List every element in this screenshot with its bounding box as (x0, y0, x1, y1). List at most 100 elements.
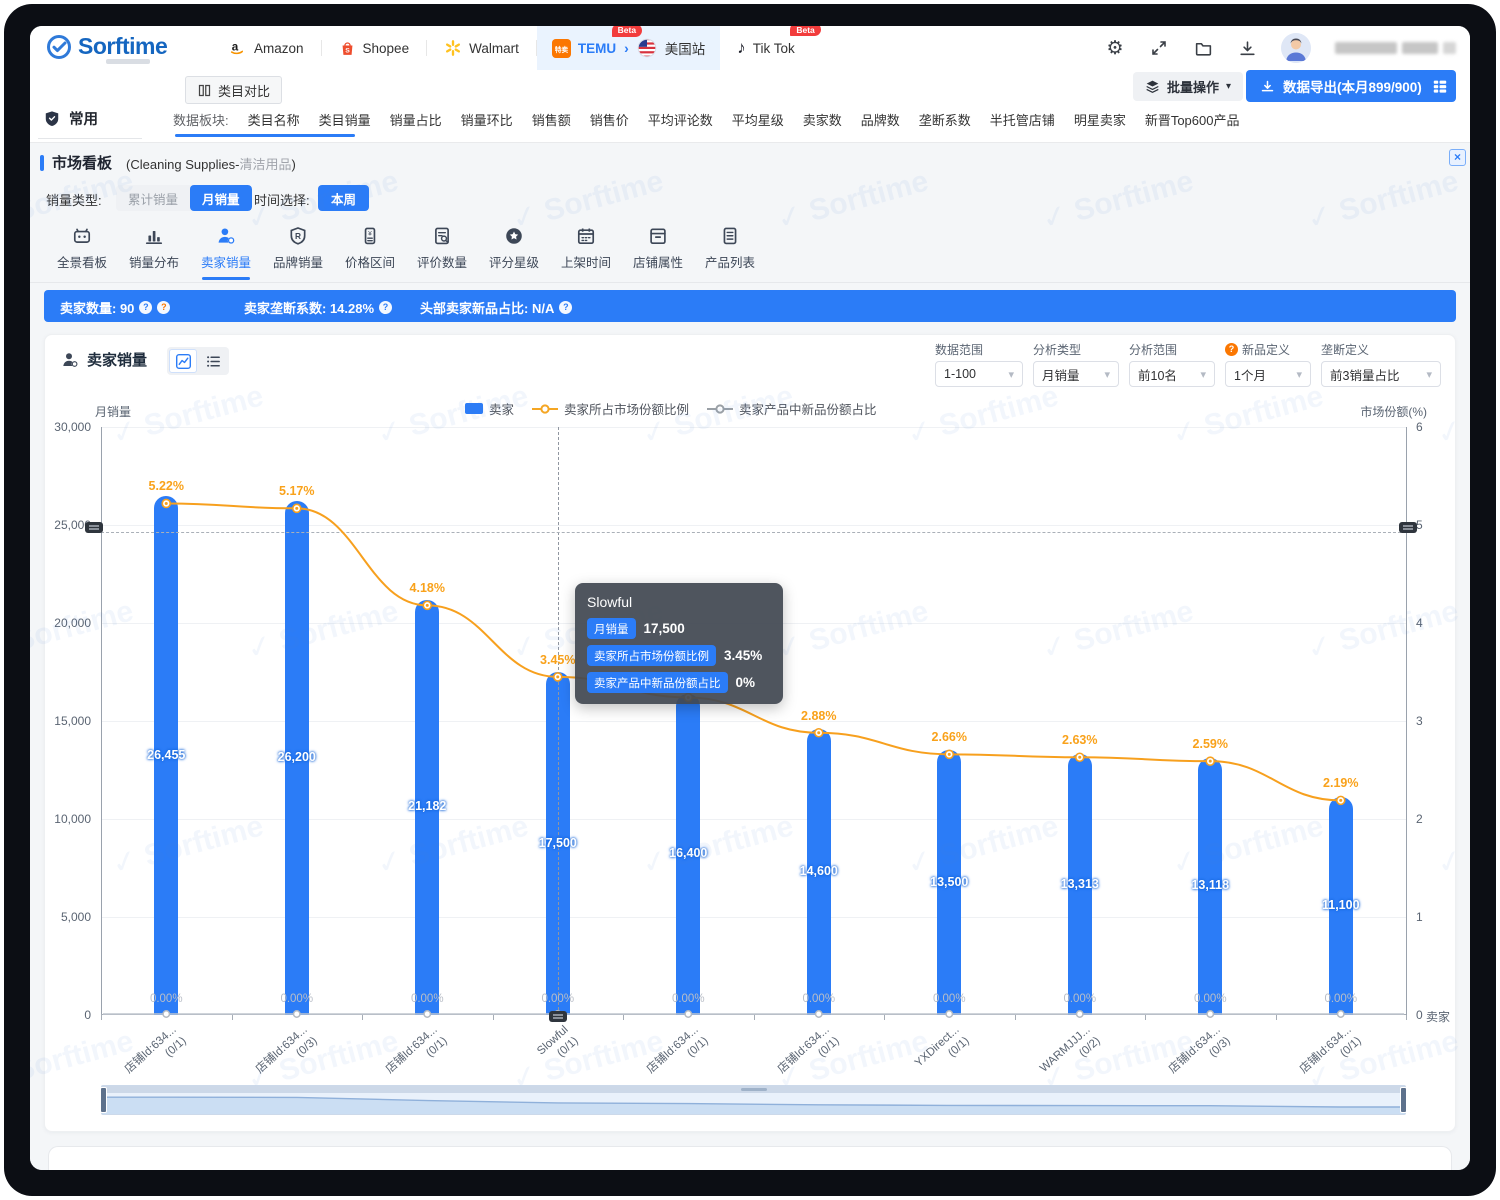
fullscreen-icon[interactable] (1149, 38, 1169, 58)
help-icon[interactable]: ? (559, 301, 572, 314)
modules-active-underline (175, 134, 355, 137)
module-tab-5[interactable]: 销售额 (532, 110, 571, 129)
module-tab-10[interactable]: 品牌数 (861, 110, 900, 129)
tabs-border (30, 282, 1470, 283)
marketplace-walmart[interactable]: Walmart (427, 26, 536, 70)
slider-handle-right[interactable] (1400, 1087, 1407, 1113)
tab-label: 评价数量 (406, 252, 478, 271)
download-icon[interactable] (1237, 38, 1257, 58)
slider-handle-left[interactable] (100, 1087, 107, 1113)
filter-select-2[interactable]: 月销量▾ (1033, 361, 1119, 387)
tab-2[interactable]: 销量分布 (118, 225, 190, 271)
time-this-week-button[interactable]: 本周 (318, 185, 369, 211)
y-axis-tick-left: 5,000 (61, 910, 91, 924)
y-axis-tick-left: 30,000 (54, 420, 91, 434)
legend-item-2[interactable]: 卖家所占市场份额比例 (532, 399, 689, 418)
module-tab-8[interactable]: 平均星级 (732, 110, 784, 129)
module-tab-9[interactable]: 卖家数 (803, 110, 842, 129)
tab-1[interactable]: 全景看板 (46, 225, 118, 271)
table-view-button[interactable] (1424, 70, 1456, 102)
tab-6[interactable]: 评价数量 (406, 225, 478, 271)
help-icon[interactable]: ? (379, 301, 392, 314)
marketplace-amazon[interactable]: a Amazon (212, 26, 321, 70)
tab-9[interactable]: 店铺属性 (622, 225, 694, 271)
share-percent-label: 2.59% (1193, 737, 1228, 751)
module-tab-3[interactable]: 销量占比 (390, 110, 442, 129)
legend-item-3[interactable]: 卖家产品中新品份额占比 (707, 399, 877, 418)
bar-value-label: 13,118 (1191, 878, 1229, 892)
modules-label: 数据板块: (173, 110, 229, 129)
svg-text:¥: ¥ (368, 230, 372, 237)
filter-1: 数据范围1-100▾ (935, 341, 1023, 387)
shopee-icon: S (339, 40, 356, 57)
threshold-drag-handle-left[interactable] (85, 522, 103, 533)
sales-type-option-monthly[interactable]: 月销量 (190, 185, 252, 211)
sales-type-option-cumulative[interactable]: 累计销量 (116, 185, 190, 211)
tab-4[interactable]: R品牌销量 (262, 225, 334, 271)
filter-select-3[interactable]: 前10名▾ (1129, 361, 1215, 387)
module-tab-7[interactable]: 平均评论数 (648, 110, 713, 129)
panel-close-button[interactable]: × (1449, 149, 1466, 166)
tab-10[interactable]: 产品列表 (694, 225, 766, 271)
watermark: ✓ Sorftime (773, 164, 932, 238)
filter-select-4[interactable]: 1个月▾ (1225, 361, 1311, 387)
dashboard-tabs: 全景看板销量分布卖家销量R品牌销量¥价格区间评价数量评分星级上架时间店铺属性产品… (46, 225, 766, 271)
logo-check-icon (46, 34, 72, 60)
chart-view-toggle (167, 347, 229, 375)
line-chart-view-button[interactable] (169, 349, 197, 373)
crosshair-drag-handle[interactable] (549, 1011, 567, 1022)
avatar[interactable] (1281, 33, 1311, 63)
left-axis-title: 月销量 (95, 403, 131, 420)
data-zoom-slider[interactable] (101, 1085, 1406, 1115)
gear-icon[interactable]: ⚙ (1105, 38, 1125, 58)
module-tab-4[interactable]: 销量环比 (461, 110, 513, 129)
y-axis-tick-right: 4 (1416, 616, 1423, 630)
newproduct-value-label: 0.00% (1324, 993, 1357, 1005)
module-tab-2[interactable]: 类目销量 (319, 110, 371, 129)
tab-8[interactable]: 上架时间 (550, 225, 622, 271)
tab-3[interactable]: 卖家销量 (190, 225, 262, 271)
help-icon[interactable]: ? (139, 301, 152, 314)
tab-7[interactable]: 评分星级 (478, 225, 550, 271)
tab-5[interactable]: ¥价格区间 (334, 225, 406, 271)
svg-text:a: a (232, 41, 239, 54)
newproduct-value-label: 0.00% (411, 993, 444, 1005)
batch-actions-button[interactable]: 批量操作 ▾ (1133, 72, 1243, 101)
sidebar-item-favorites[interactable]: 常用 (44, 108, 98, 129)
card-title: 卖家销量 (61, 349, 147, 370)
newproduct-value-label: 0.00% (280, 993, 313, 1005)
threshold-drag-handle-right[interactable] (1399, 522, 1417, 533)
hint-icon[interactable]: ? (1225, 343, 1238, 356)
legend-item-1[interactable]: 卖家 (465, 399, 514, 418)
x-axis-tick (101, 1015, 102, 1020)
module-tab-13[interactable]: 明星卖家 (1074, 110, 1126, 129)
x-axis-tick (1406, 1015, 1407, 1020)
seller-person-icon (190, 225, 262, 247)
caret-down-icon: ▾ (1296, 368, 1302, 381)
topbar: Sorftime a Amazon S Shopee Walmart 特卖 (30, 26, 1470, 70)
module-tab-11[interactable]: 垄断系数 (919, 110, 971, 129)
marketplace-shopee[interactable]: S Shopee (322, 26, 427, 70)
help-icon[interactable]: ? (157, 301, 170, 314)
marketplace-temu[interactable]: 特卖 TEMU Beta (552, 39, 616, 58)
batch-button-label: 批量操作 (1167, 77, 1219, 96)
tab-label: 全景看板 (46, 252, 118, 271)
list-view-button[interactable] (199, 349, 227, 373)
tab-label: 卖家销量 (190, 252, 262, 271)
data-export-button[interactable]: 数据导出(本月899/900) (1246, 70, 1436, 102)
marketplace-site-label[interactable]: 美国站 (665, 38, 706, 58)
bar-chart-icon (118, 225, 190, 247)
tooltip-row: 卖家所占市场份额比例3.45% (587, 645, 771, 666)
filter-select-1[interactable]: 1-100▾ (935, 361, 1023, 387)
marketplace-tiktok[interactable]: ♪ Tik Tok Beta (720, 26, 812, 70)
folder-icon[interactable] (1193, 38, 1213, 58)
sorftime-logo[interactable]: Sorftime (46, 33, 167, 60)
module-tab-6[interactable]: 销售价 (590, 110, 629, 129)
module-tab-1[interactable]: 类目名称 (248, 110, 300, 129)
module-tab-12[interactable]: 半托管店铺 (990, 110, 1055, 129)
category-compare-button[interactable]: 类目对比 (185, 76, 282, 104)
share-percent-label: 2.19% (1323, 776, 1358, 790)
breadcrumb-arrow-icon: › (624, 40, 629, 56)
module-tab-14[interactable]: 新晋Top600产品 (1145, 110, 1240, 129)
filter-select-5[interactable]: 前3销量占比▾ (1321, 361, 1441, 387)
